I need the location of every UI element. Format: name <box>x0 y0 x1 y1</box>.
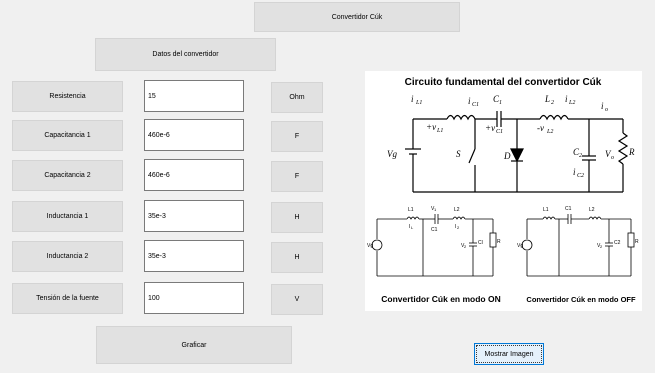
small-off-v2-sub: 2 <box>600 244 603 249</box>
io-label: i <box>601 101 604 111</box>
converter-data-button[interactable]: Datos del convertidor <box>95 38 276 71</box>
small-on-i2-sub: 2 <box>457 225 460 230</box>
capacitance-2-unit: F <box>271 161 323 192</box>
small-on-l1: L1 <box>408 207 414 213</box>
inductance-2-input[interactable] <box>144 240 244 272</box>
inductance-1-unit-text: H <box>294 214 300 221</box>
small-on-cl: Cl <box>478 240 483 246</box>
resistance-input[interactable] <box>144 80 244 112</box>
vo-sub: o <box>611 155 614 161</box>
small-off-c2: C2 <box>614 240 621 246</box>
small-off-c1: C1 <box>565 206 572 212</box>
small-off-l2: L2 <box>589 207 595 213</box>
diode-label: D <box>503 151 511 161</box>
il2-label: i <box>565 94 568 104</box>
vc1-sub: C1 <box>496 129 503 135</box>
caption-mode-on: Convertidor Cúk en modo ON <box>381 294 500 304</box>
il1-sub: L1 <box>415 100 422 106</box>
c2-sub: 2 <box>579 153 582 159</box>
vl1-label: +v <box>426 122 436 132</box>
vc1-label: +v <box>485 123 495 133</box>
inductance-1-label: Inductancia 1 <box>12 201 123 232</box>
inductance-2-unit-text: H <box>294 254 300 261</box>
small-off-r: R <box>635 239 639 245</box>
source-voltage-unit: V <box>271 284 323 315</box>
plot-button[interactable]: Graficar <box>96 326 292 364</box>
plot-button-label: Graficar <box>181 341 207 349</box>
il2-sub: L2 <box>568 100 575 106</box>
resistance-unit: Ohm <box>271 82 323 113</box>
resistance-unit-text: Ohm <box>289 94 305 101</box>
c1-sub: 1 <box>499 100 502 106</box>
ic1-sub: C1 <box>472 102 479 108</box>
ic1-label: i <box>468 96 471 106</box>
inductance-2-label: Inductancia 2 <box>12 241 123 272</box>
inductance-2-label-text: Inductancia 2 <box>46 253 89 260</box>
source-voltage-unit-text: V <box>294 296 300 303</box>
r-label: R <box>628 147 635 157</box>
l2-label: L <box>544 94 550 104</box>
vg-label: Vg <box>387 149 397 159</box>
main-circuit <box>405 111 629 193</box>
io-sub: o <box>605 107 608 113</box>
source-voltage-label-text: Tensión de la fuente <box>36 295 99 302</box>
title-button[interactable]: Convertidor Cúk <box>254 2 460 32</box>
small-off-vg: Vg <box>517 243 523 249</box>
capacitance-2-unit-text: F <box>294 173 300 180</box>
source-voltage-input[interactable] <box>144 282 244 314</box>
capacitance-1-unit: F <box>271 121 323 152</box>
inductance-1-unit: H <box>271 202 323 233</box>
caption-mode-off: Convertidor Cúk en modo OFF <box>526 295 636 304</box>
switch-label: S <box>456 149 461 159</box>
ic2-sub: C2 <box>577 173 584 179</box>
figure-title: Circuito fundamental del convertidor Cúk <box>405 77 602 88</box>
inductance-1-input[interactable] <box>144 200 244 232</box>
title-button-label: Convertidor Cúk <box>331 13 383 21</box>
small-on-v1-sub: 1 <box>434 207 437 212</box>
source-voltage-label: Tensión de la fuente <box>12 283 123 314</box>
l2-sub: 2 <box>551 100 554 106</box>
capacitance-1-label-text: Capacitancia 1 <box>44 132 91 139</box>
capacitance-1-label: Capacitancia 1 <box>12 120 123 151</box>
resistance-label-text: Resistencia <box>49 93 86 100</box>
capacitance-2-input[interactable] <box>144 159 244 191</box>
vl2-label: -v <box>537 123 544 133</box>
small-on-r: R <box>497 239 501 245</box>
small-on-c1: C1 <box>431 227 438 233</box>
capacitance-2-label: Capacitancia 2 <box>12 160 123 191</box>
small-on-il-sub: L <box>411 225 414 230</box>
inductance-1-label-text: Inductancia 1 <box>46 213 89 220</box>
circuit-image-panel: Circuito fundamental del convertidor Cúk <box>365 71 642 311</box>
show-image-button-label: Mostrar Imagen <box>484 350 534 358</box>
small-on-vg: Vg <box>367 243 373 249</box>
cuk-circuit-diagram: Circuito fundamental del convertidor Cúk <box>367 77 639 304</box>
capacitance-2-label-text: Capacitancia 2 <box>44 172 91 179</box>
capacitance-1-unit-text: F <box>294 133 300 140</box>
ic2-label: i <box>573 167 576 177</box>
il1-label: i <box>411 94 414 104</box>
vl1-sub: L1 <box>436 128 443 134</box>
small-off-l1: L1 <box>543 207 549 213</box>
small-on-v2-sub: 2 <box>464 244 467 249</box>
small-on-l2: L2 <box>454 207 460 213</box>
inductance-2-unit: H <box>271 242 323 273</box>
capacitance-1-input[interactable] <box>144 119 244 151</box>
resistance-label: Resistencia <box>12 81 123 112</box>
vl2-sub: L2 <box>546 129 553 135</box>
show-image-button[interactable]: Mostrar Imagen <box>474 343 544 365</box>
converter-data-label: Datos del convertidor <box>152 51 219 58</box>
